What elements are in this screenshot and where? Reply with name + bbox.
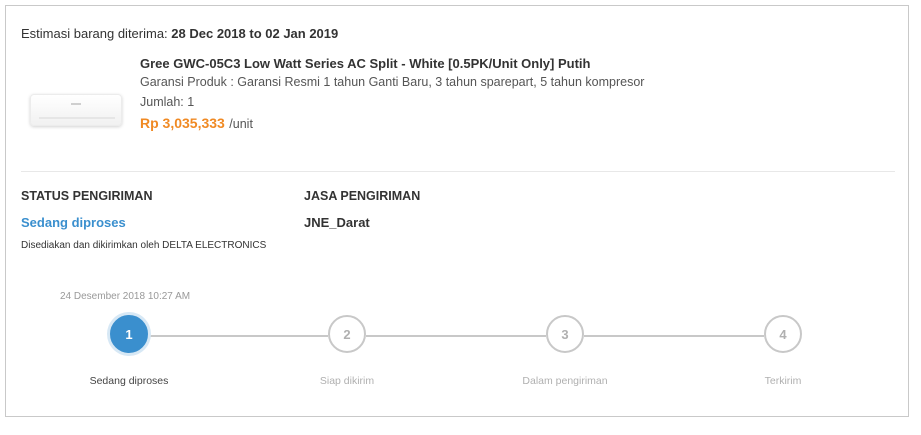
tracker-step-1-label: Sedang diproses — [89, 375, 169, 387]
section-divider — [21, 171, 895, 172]
price-unit: /unit — [229, 117, 253, 131]
ac-vent-line — [39, 117, 115, 119]
tracker-timestamp: 24 Desember 2018 10:27 AM — [60, 291, 191, 302]
tracker-step-2-label: Siap dikirim — [319, 375, 375, 387]
estimate-dates: 28 Dec 2018 to 02 Jan 2019 — [171, 26, 339, 41]
tracker-step-1: 1 — [110, 315, 148, 353]
tracker-step-2: 2 — [328, 315, 366, 353]
tracker-line-2 — [366, 335, 546, 337]
estimate-label: Estimasi barang diterima: — [21, 26, 168, 41]
tracker-step-4-label: Terkirim — [764, 375, 802, 387]
shipping-status-value[interactable]: Sedang diproses — [21, 215, 126, 230]
courier-value: JNE_Darat — [304, 215, 370, 230]
courier-title: JASA PENGIRIMAN — [304, 189, 421, 203]
tracker-step-3: 3 — [546, 315, 584, 353]
product-price: Rp 3,035,333 — [140, 115, 225, 131]
air-conditioner-image[interactable] — [28, 92, 126, 128]
tracker-step-4: 4 — [764, 315, 802, 353]
ac-unit-shape — [30, 94, 122, 126]
product-warranty: Garansi Produk : Garansi Resmi 1 tahun G… — [140, 75, 645, 89]
ac-display-mark — [71, 103, 81, 105]
seller-note: Disediakan dan dikirimkan oleh DELTA ELE… — [21, 240, 267, 251]
order-item-card: Estimasi barang diterima: 28 Dec 2018 to… — [5, 5, 909, 417]
tracker-step-3-label: Dalam pengiriman — [522, 375, 608, 387]
shipping-status-title: STATUS PENGIRIMAN — [21, 189, 153, 203]
product-price-row: Rp 3,035,333 /unit — [140, 115, 253, 133]
product-quantity: Jumlah: 1 — [140, 95, 195, 109]
tracker-line-1 — [148, 335, 328, 337]
delivery-estimate: Estimasi barang diterima: 28 Dec 2018 to… — [21, 26, 338, 41]
product-name[interactable]: Gree GWC-05C3 Low Watt Series AC Split -… — [140, 56, 590, 71]
tracker-line-3 — [584, 335, 764, 337]
